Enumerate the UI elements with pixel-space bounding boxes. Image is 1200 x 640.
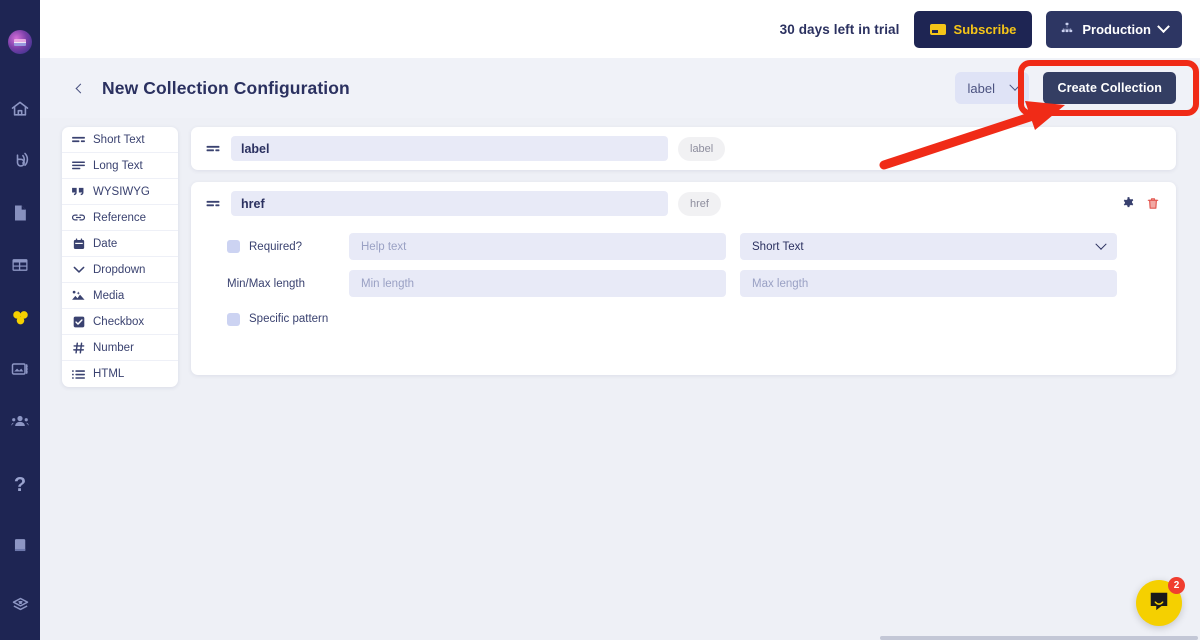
field-type-short-text[interactable]: Short Text: [62, 127, 178, 153]
specific-pattern-checkbox[interactable]: [227, 312, 240, 326]
chevron-left-icon: [75, 83, 86, 93]
field-type-html[interactable]: HTML: [62, 361, 178, 387]
chevron-down-icon: [1095, 238, 1107, 250]
image-icon: [72, 290, 85, 301]
field-row-href: href: [191, 182, 1176, 225]
field-type-wysiwyg[interactable]: WYSIWYG: [62, 179, 178, 205]
help-icon[interactable]: ?: [3, 468, 37, 502]
home-icon[interactable]: [3, 92, 37, 126]
brand-logo[interactable]: [8, 30, 32, 54]
required-label: Required?: [249, 240, 303, 253]
max-length-input[interactable]: [740, 270, 1117, 297]
gear-icon[interactable]: [1121, 196, 1136, 211]
field-row-label: label: [191, 127, 1176, 170]
chevron-down-icon: [1009, 79, 1022, 91]
field-type-list: Short Text Long Text WYSIWYG Reference D…: [62, 127, 178, 387]
users-icon[interactable]: [3, 404, 37, 438]
page-header: New Collection Configuration label Creat…: [40, 58, 1200, 118]
broadcast-icon[interactable]: [3, 144, 37, 178]
field-type-label: Number: [93, 341, 134, 354]
field-name-input-href[interactable]: [231, 191, 668, 216]
collection-field-select[interactable]: label: [955, 72, 1030, 104]
chat-widget-button[interactable]: 2: [1136, 577, 1185, 626]
field-type-label: Reference: [93, 211, 147, 224]
field-type-label: Long Text: [93, 159, 143, 172]
field-type-media[interactable]: Media: [62, 283, 178, 309]
hash-icon: [72, 341, 85, 354]
page-title: New Collection Configuration: [102, 77, 350, 98]
link-icon: [72, 212, 85, 223]
field-type-label: Checkbox: [93, 315, 145, 328]
field-type-reference[interactable]: Reference: [62, 205, 178, 231]
list-icon: [72, 369, 85, 380]
table-icon[interactable]: [3, 248, 37, 282]
trash-icon[interactable]: [1146, 196, 1160, 211]
option-row-required: Required? Short Text: [205, 233, 1164, 260]
short-text-icon: [72, 134, 85, 145]
calendar-icon: [72, 238, 85, 250]
specific-pattern-label: Specific pattern: [249, 313, 329, 325]
rail-primary-items: [3, 92, 37, 456]
field-type-label: Media: [93, 289, 125, 302]
top-bar: 30 days left in trial Subscribe Producti…: [40, 0, 1200, 58]
option-row-pattern: Specific pattern: [205, 309, 1164, 329]
credit-card-icon: [929, 23, 946, 35]
back-button[interactable]: [70, 79, 88, 97]
field-row-actions: [1121, 196, 1164, 211]
create-collection-button[interactable]: Create Collection: [1043, 72, 1176, 104]
minmax-length-label: Min/Max length: [227, 277, 305, 290]
collections-icon[interactable]: [3, 300, 37, 334]
field-type-label: WYSIWYG: [93, 185, 150, 198]
page-header-actions: label Create Collection: [955, 72, 1200, 104]
long-text-icon: [72, 160, 85, 171]
chat-unread-badge: 2: [1168, 577, 1185, 594]
environment-label: Production: [1082, 21, 1151, 37]
field-type-checkbox[interactable]: Checkbox: [62, 309, 178, 335]
field-type-label: Dropdown: [93, 263, 146, 276]
field-type-number[interactable]: Number: [62, 335, 178, 361]
field-options-href: Required? Short Text Min/Max length Spec…: [191, 233, 1176, 329]
field-slug-pill-href: href: [678, 191, 721, 216]
collection-field-select-value: label: [967, 80, 995, 96]
field-type-label: Short Text: [93, 133, 145, 146]
chevron-down-icon: [1157, 19, 1170, 33]
drag-handle-icon[interactable]: [205, 143, 221, 154]
trial-status-text: 30 days left in trial: [779, 21, 900, 37]
field-type-dropdown[interactable]: Dropdown: [62, 257, 178, 283]
field-type-label: Date: [93, 237, 118, 250]
field-type-label: HTML: [93, 368, 125, 380]
field-card-label: label: [191, 127, 1176, 170]
field-type-long-text[interactable]: Long Text: [62, 153, 178, 179]
help-glyph: ?: [13, 474, 27, 496]
field-type-date[interactable]: Date: [62, 231, 178, 257]
subscribe-button[interactable]: Subscribe: [913, 10, 1033, 48]
chat-bubble-icon: [1148, 590, 1170, 617]
media-icon[interactable]: [3, 352, 37, 386]
field-type-select[interactable]: Short Text: [740, 233, 1117, 260]
left-nav-rail: ?: [0, 0, 40, 640]
subscribe-label: Subscribe: [953, 21, 1017, 37]
quote-icon: [72, 186, 85, 197]
layers-icon[interactable]: [3, 588, 37, 622]
book-icon[interactable]: [3, 528, 37, 562]
app-root: ? 30 days left in trial Subscribe Produc…: [0, 0, 1200, 640]
help-text-input[interactable]: [349, 233, 726, 260]
sitemap-icon: [1060, 21, 1074, 38]
min-length-input[interactable]: [349, 270, 726, 297]
checkbox-icon: [72, 316, 85, 328]
chevron-down-icon: [72, 265, 85, 274]
horizontal-scrollbar[interactable]: [880, 636, 1198, 640]
drag-handle-icon[interactable]: [205, 198, 221, 209]
document-icon[interactable]: [3, 196, 37, 230]
environment-selector[interactable]: Production: [1046, 10, 1182, 48]
required-checkbox[interactable]: [227, 240, 240, 253]
field-type-select-value: Short Text: [752, 240, 804, 253]
field-slug-pill-label: label: [678, 136, 726, 161]
field-card-href: href Required?: [191, 182, 1176, 375]
option-row-minmax: Min/Max length: [205, 270, 1164, 297]
rail-bottom-items: ?: [0, 468, 40, 622]
field-name-input-label[interactable]: [231, 136, 668, 161]
